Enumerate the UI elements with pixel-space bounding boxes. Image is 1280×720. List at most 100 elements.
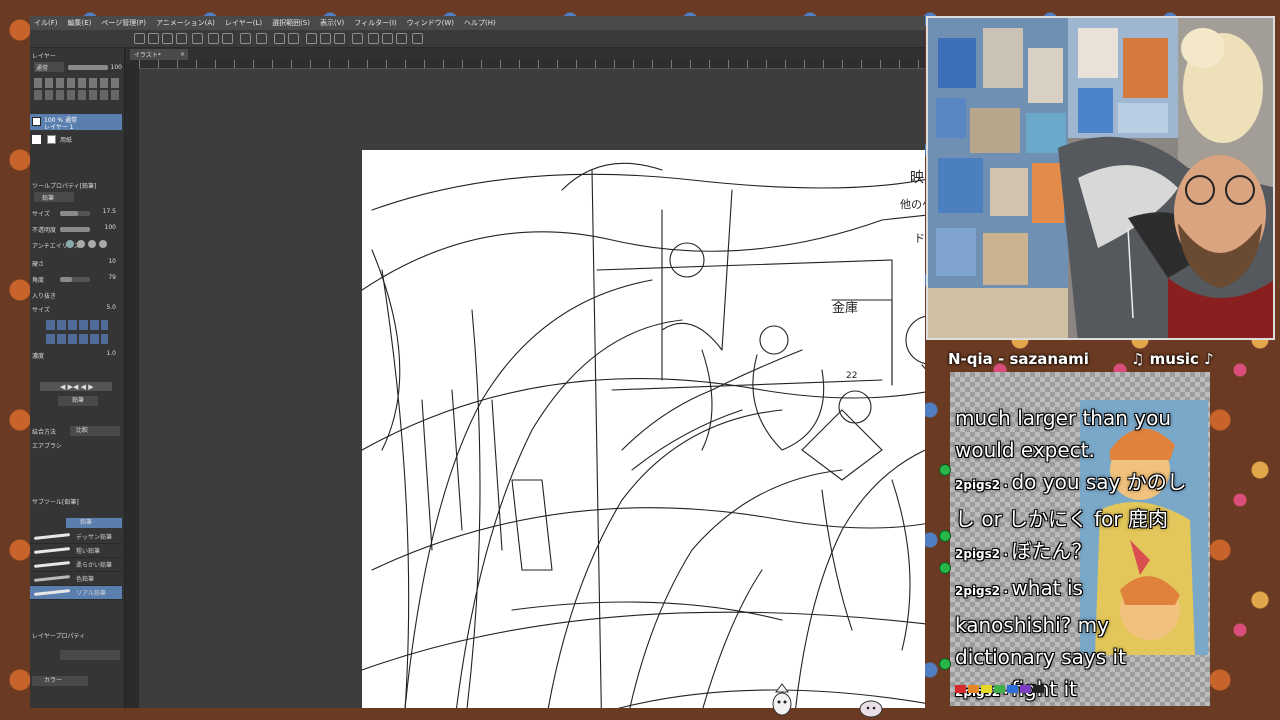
deselect-icon[interactable] — [320, 33, 331, 44]
layer-opacity-slider[interactable] — [68, 65, 108, 70]
document-tab[interactable]: イラスト* × — [130, 49, 188, 60]
brush-name: 色鉛筆 — [76, 576, 95, 583]
cloud-icon[interactable] — [176, 33, 187, 44]
clear-icon[interactable] — [240, 33, 251, 44]
color-dropdown[interactable]: カラー — [32, 676, 88, 686]
size-value: 17.5 — [102, 208, 116, 215]
chat-text: ぼたん？ — [1011, 539, 1092, 563]
menu-file[interactable]: イル(F) — [34, 18, 58, 28]
invert-selection-icon[interactable] — [334, 33, 345, 44]
menu-edit[interactable]: 編集(E) — [68, 18, 92, 28]
ruler-icon[interactable] — [352, 33, 363, 44]
mascot-cat-icon — [859, 700, 883, 718]
chat-separator: • — [1003, 482, 1009, 492]
chat-message: much larger than you — [955, 402, 1215, 434]
antialias-options[interactable] — [66, 240, 107, 248]
layer-panel-title: レイヤー — [32, 52, 56, 60]
pressure-graph[interactable] — [46, 320, 108, 330]
menu-layer[interactable]: レイヤー(L) — [225, 18, 262, 28]
layer-property-title: レイヤープロパティ — [32, 632, 86, 640]
prop-label-size-2: サイズ — [32, 306, 50, 314]
palette-swatch — [981, 685, 992, 693]
brush-item-selected[interactable]: リアル鉛筆 — [30, 586, 122, 600]
canvas-area[interactable]: 映ゲート 他のゲームはいっ ドーナツ 金庫 22 — [139, 69, 925, 708]
brush-item[interactable]: 色鉛筆 — [30, 572, 122, 586]
pencil-mode-button[interactable]: 鉛筆 — [58, 396, 98, 406]
paper-layer-name: 用紙 — [60, 136, 73, 144]
size-slider[interactable] — [60, 211, 90, 216]
brush-item[interactable]: 柔らかい鉛筆 — [30, 558, 122, 572]
chat-message: would expect. — [955, 434, 1215, 466]
opacity-slider[interactable] — [60, 227, 90, 232]
blend-mode-dropdown[interactable]: 通常 — [34, 62, 64, 72]
menu-selection[interactable]: 選択範囲(S) — [272, 18, 310, 28]
pen-icon[interactable] — [368, 33, 379, 44]
eraser-icon[interactable] — [396, 33, 407, 44]
menu-window[interactable]: ウィンドウ(W) — [407, 18, 454, 28]
layer-item-paper[interactable]: 用紙 — [32, 134, 122, 144]
save-icon[interactable] — [162, 33, 173, 44]
menu-help[interactable]: ヘルプ(H) — [464, 18, 496, 28]
menu-page[interactable]: ページ管理(P) — [101, 18, 146, 28]
menu-view[interactable]: 表示(V) — [320, 18, 344, 28]
command-bar — [30, 30, 925, 48]
new-file-icon[interactable] — [134, 33, 145, 44]
brush-item[interactable]: デッサン鉛筆 — [30, 530, 122, 544]
brush-name: 粗い鉛筆 — [76, 548, 101, 555]
hardness-value: 10 — [108, 258, 116, 265]
chat-username: 2pigs2 — [955, 547, 1001, 561]
subtool-tab[interactable]: 鉛筆 — [66, 518, 122, 528]
chat-text: what is — [1011, 576, 1083, 600]
drawing-canvas[interactable]: 映ゲート 他のゲームはいっ ドーナツ 金庫 22 — [361, 150, 925, 708]
chat-text: し or しかにく for 鹿肉 — [955, 507, 1168, 531]
merge-method-dropdown[interactable]: 比較 — [70, 426, 120, 436]
redo-icon[interactable] — [222, 33, 233, 44]
open-file-icon[interactable] — [148, 33, 159, 44]
webcam-image — [928, 18, 1273, 338]
opacity-value: 100 — [104, 224, 116, 231]
menu-animation[interactable]: アニメーション(A) — [156, 18, 215, 28]
layer-item-selected[interactable]: 100 % 通常 レイヤー 1 — [30, 114, 122, 131]
palette-swatch — [955, 685, 966, 693]
layer-toolbar[interactable] — [34, 78, 120, 88]
brush-icon[interactable] — [382, 33, 393, 44]
prop-label-size: サイズ — [32, 210, 50, 218]
chat-message: し or しかにく for 鹿肉 — [955, 503, 1215, 535]
prop-label-opacity: 不透明度 — [32, 226, 57, 234]
undo-icon[interactable] — [208, 33, 219, 44]
crop-icon[interactable] — [288, 33, 299, 44]
layer-thumbnail — [32, 117, 41, 126]
note-top-right: 映ゲート — [910, 170, 925, 186]
menu-filter[interactable]: フィルター(I) — [354, 18, 396, 28]
angle-slider[interactable] — [60, 277, 90, 282]
color-palette-strip — [955, 685, 1044, 693]
panel-separator — [125, 48, 139, 708]
layer-property-controls[interactable] — [60, 650, 120, 660]
chat-badge-icon — [939, 464, 951, 476]
prop-label-inout: 入り抜き — [32, 292, 57, 300]
prop-label-hardness: 硬さ — [32, 260, 45, 268]
document-tab-label: イラスト* — [134, 52, 161, 59]
chat-message: dictionary says it — [955, 641, 1215, 673]
settings-icon[interactable] — [412, 33, 423, 44]
chat-badge-icon — [939, 562, 951, 574]
inner-note-1: 金庫 — [832, 300, 858, 316]
airbrush-label: エアブラシ — [32, 442, 62, 450]
chat-text: dictionary says it — [955, 645, 1126, 669]
chat-messages: much larger than you would expect. 2pigs… — [955, 402, 1215, 710]
prop-label-angle: 角度 — [32, 276, 45, 284]
chat-badge-icon — [939, 530, 951, 542]
playback-controls[interactable]: ◀ ▶◀ ◀ ▶ — [40, 382, 112, 391]
palette-swatch — [1033, 685, 1044, 693]
brush-item[interactable]: 粗い鉛筆 — [30, 544, 122, 558]
chat-text: would expect. — [955, 438, 1095, 462]
trash-icon[interactable] — [192, 33, 203, 44]
size2-value: 5.0 — [106, 304, 116, 311]
layer-toolbar-2[interactable] — [34, 90, 120, 100]
chat-separator: • — [1003, 551, 1009, 561]
fill-icon[interactable] — [274, 33, 285, 44]
select-all-icon[interactable] — [306, 33, 317, 44]
close-icon[interactable]: × — [180, 51, 185, 58]
pressure-graph-2[interactable] — [46, 334, 108, 344]
transform-icon[interactable] — [256, 33, 267, 44]
